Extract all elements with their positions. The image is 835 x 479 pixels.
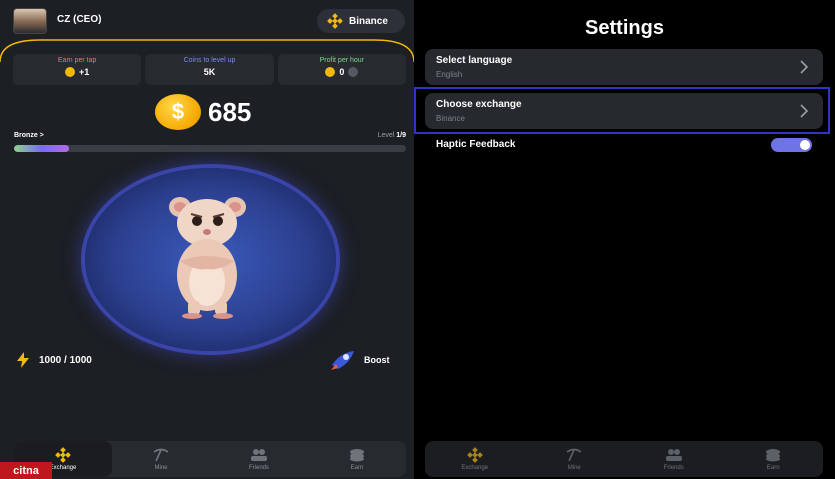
exchange-selector-button[interactable]: Binance [317,9,405,33]
rocket-icon [331,351,354,370]
coin-icon [325,67,336,77]
nav-earn[interactable]: Earn [308,441,406,477]
chevron-right-icon [800,60,809,74]
energy-value: 1000 / 1000 [39,354,92,366]
stat-title: Earn per tap [57,57,97,64]
setting-value: English [436,70,463,79]
level-value: 1/9 [396,132,406,139]
stat-title: Profit per hour [319,57,364,64]
nav-exchange[interactable]: Exchange [425,441,525,477]
toggle-knob [800,140,810,150]
lightning-icon [17,352,29,368]
boost-label: Boost [364,355,390,365]
stats-bar: Earn per tap +1 Coins to level up 5K Pro… [13,54,406,85]
tier-link[interactable]: Bronze > [14,132,44,139]
stat-value: 0 [339,67,345,77]
level-label: Level [377,132,395,139]
stat-profit-per-hour: Profit per hour 0 [277,54,406,85]
balance-value: 685 [208,96,252,127]
selection-highlight [414,87,830,134]
level-indicator: Level 1/9 [378,132,406,139]
watermark-logo: citna [0,462,52,479]
stat-coins-to-level-up: Coins to level up 5K [145,54,274,85]
level-progress-bar [14,145,406,152]
page-title: Settings [585,17,664,39]
nav-label: Friends [248,464,269,471]
game-screen: CZ (CEO) Binance Earn per tap +1 Coins t… [0,0,414,479]
level-progress-fill [14,145,69,152]
nav-label: Earn [766,464,780,471]
nav-friends[interactable]: Friends [624,441,724,477]
binance-icon [466,446,484,463]
nav-earn[interactable]: Earn [724,441,824,477]
exchange-name: Binance [349,15,388,27]
stat-value: 5K [203,67,216,77]
pickaxe-icon [565,448,583,462]
pickaxe-icon [152,448,170,462]
setting-label: Select language [436,55,513,66]
stat-earn-per-tap: Earn per tap +1 [13,54,142,85]
avatar[interactable] [13,8,47,34]
friends-icon [665,448,683,462]
stat-value: +1 [79,67,90,77]
bottom-nav: Exchange Mine Friends Earn [14,441,406,477]
nav-label: Exchange [461,464,489,471]
coins-icon [348,448,366,462]
stat-title: Coins to level up [183,57,236,64]
bottom-nav: Exchange Mine Friends Earn [425,441,823,477]
dollar-coin-icon: $ [155,94,201,130]
haptic-feedback-label: Haptic Feedback [436,139,516,150]
coin-icon [65,67,76,77]
nav-label: Mine [567,464,581,471]
nav-label: Earn [350,464,364,471]
binance-icon [54,446,72,463]
coin-balance: $ 685 [155,94,251,130]
nav-label: Exchange [49,464,77,471]
nav-mine[interactable]: Mine [525,441,625,477]
info-icon[interactable] [348,67,359,77]
friends-icon [250,448,268,462]
hamster-character[interactable] [160,185,255,320]
level-row: Bronze > Level 1/9 [14,132,406,144]
settings-screen: Settings Select language English Choose … [414,0,835,479]
haptic-feedback-toggle[interactable] [771,138,812,152]
nav-label: Mine [154,464,168,471]
nav-friends[interactable]: Friends [210,441,308,477]
energy-indicator: 1000 / 1000 [14,351,92,369]
nav-label: Friends [663,464,684,471]
coins-icon [764,448,782,462]
nav-mine[interactable]: Mine [112,441,210,477]
user-name: CZ (CEO) [57,14,102,25]
binance-icon [327,13,343,29]
boost-button[interactable]: Boost [328,349,390,371]
select-language-row[interactable]: Select language English [425,49,823,85]
